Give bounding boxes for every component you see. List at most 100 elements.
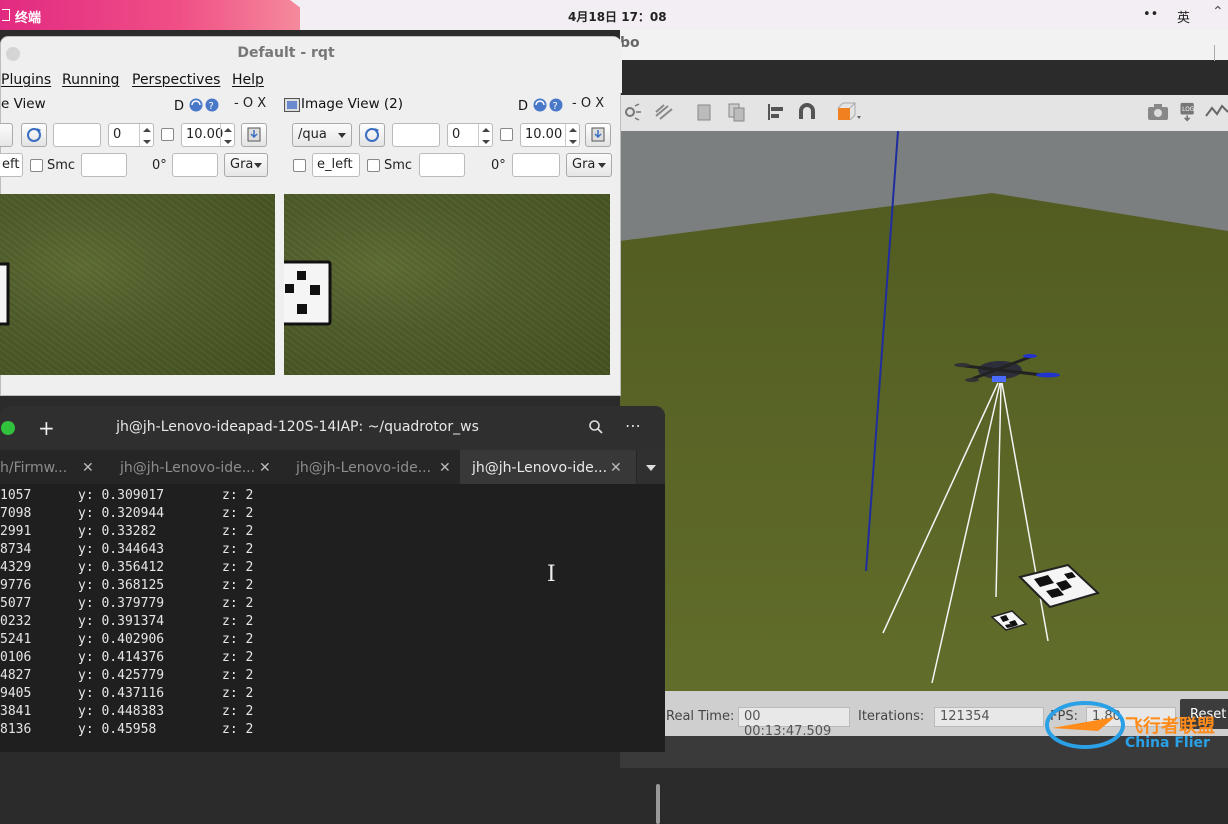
text-cursor-icon: I [547,562,556,587]
refresh-icon [27,128,41,142]
tab-label: jh@jh-Lenovo-ide... [296,460,432,476]
svg-text:LOG: LOG [1182,107,1195,113]
terminal-output[interactable]: 1057 y: 0.309017 z: 2 7098 y: 0.320944 z: 2 29… [0,484,665,824]
terminal-line-x: 5241 [0,632,32,647]
terminal-line-z: z: 2 [222,578,254,593]
search-icon[interactable] [588,419,604,435]
terminal-line-z: z: 2 [222,686,254,701]
terminal-line-y: y: 0.448383 [78,704,165,719]
terminal-line-z: z: 2 [222,632,254,647]
terminal-line-y: y: 0.33282 [78,524,157,539]
close-tab-icon[interactable]: ✕ [82,460,94,476]
gazebo-3d-view[interactable] [620,131,1228,691]
terminal-tab[interactable]: jh@jh-Lenovo-ide... ✕ [103,450,279,484]
smooth-checkbox[interactable] [367,159,380,172]
terminal-scrollbar[interactable] [656,784,660,824]
rotation-value[interactable] [172,153,218,177]
log-icon[interactable]: LOG [1176,102,1200,122]
lines-light-icon[interactable] [654,102,674,122]
light-icon[interactable] [622,102,642,122]
close-tab-icon[interactable]: ✕ [610,460,622,476]
terminal-line-x: 5077 [0,596,32,611]
terminal-line-y: y: 0.309017 [78,488,165,503]
colormap-combo[interactable]: Gra [224,153,268,177]
terminal-line-y: y: 0.356412 [78,560,165,575]
topic-filter-input[interactable] [392,123,440,147]
terminal-line-x: 2991 [0,524,32,539]
terminal-header[interactable]: + jh@jh-Lenovo-ideapad-120S-14IAP: ~/qua… [0,406,665,450]
topic-combo[interactable] [0,123,13,147]
terminal-line-z: z: 2 [222,488,254,503]
smooth-label: Smc [384,158,413,173]
terminal-line-z: z: 2 [222,614,254,629]
rotation-input[interactable] [419,153,465,177]
active-app-indicator[interactable]: 终端 [0,0,300,30]
network-icon[interactable]: ⌃ [1212,4,1224,20]
rotation-value[interactable] [512,153,560,177]
min-value-spinbox[interactable]: 0 [108,123,154,147]
terminal-line-y: y: 0.437116 [78,686,165,701]
input-method-indicator[interactable]: 英 [1177,7,1190,26]
terminal-tab[interactable]: h/Firmw... ✕ [0,450,103,484]
camera-image-right[interactable] [284,194,610,375]
tab-label: jh@jh-Lenovo-ide... [472,460,608,476]
max-value-spinbox[interactable]: 10.00 [520,123,580,147]
terminal-line-y: y: 0.344643 [78,542,165,557]
terminal-tabs: h/Firmw... ✕ jh@jh-Lenovo-ide... ✕ jh@jh… [0,450,665,484]
close-tab-icon[interactable]: ✕ [259,460,271,476]
copy-icon[interactable] [694,102,714,122]
terminal-tab-active[interactable]: jh@jh-Lenovo-ide... ✕ [460,450,636,484]
refresh-topics-button[interactable] [21,123,47,147]
right-dock-window-controls[interactable]: - O X [572,96,604,111]
topic-filter-input[interactable] [53,123,101,147]
publish-topic-input[interactable]: eft [0,153,23,177]
active-app-name: 终端 [15,11,42,26]
clock[interactable]: 4月18日 17：08 [568,8,667,25]
close-tab-icon[interactable]: ✕ [439,460,451,476]
save-image-button[interactable] [241,123,267,147]
camera-image-left[interactable] [0,194,275,375]
tray-indicator[interactable]: •• [1143,7,1158,22]
snap-icon[interactable] [797,102,817,122]
topic-combo[interactable]: /qua [292,123,352,147]
refresh-icon [365,128,379,142]
menu-running[interactable]: Running [62,72,119,88]
terminal-tab[interactable]: jh@jh-Lenovo-ide... ✕ [279,450,460,484]
plot-icon[interactable] [1205,102,1228,122]
dock-help-icon[interactable]: D ? [517,97,565,113]
screenshot-icon[interactable] [1146,102,1170,122]
view-angle-icon[interactable] [836,102,864,122]
marker-in-image [0,262,10,326]
smooth-checkbox[interactable] [30,159,43,172]
rotation-input[interactable] [81,153,127,177]
dynamic-range-checkbox[interactable] [161,128,174,141]
save-image-button[interactable] [585,123,611,147]
real-time-label: Real Time: [666,709,735,724]
max-value-spinbox[interactable]: 10.00 [181,123,235,147]
left-dock-window-controls[interactable]: - O X [234,96,266,111]
terminal-line-x: 8136 [0,722,32,737]
paste-icon[interactable] [726,102,746,122]
publish-checkbox[interactable] [293,159,306,172]
min-value-spinbox[interactable]: 0 [447,123,493,147]
tabs-dropdown-icon[interactable] [637,450,665,484]
rqt-title-bar[interactable]: Default - rqt [1,37,622,71]
terminal-line-y: y: 0.414376 [78,650,165,665]
more-menu-icon[interactable]: ⋯ [625,416,641,435]
colormap-combo[interactable]: Gra [566,153,612,177]
dock-help-icon[interactable]: D ? [173,97,221,113]
terminal-line-x: 8734 [0,542,32,557]
terminal-line-x: 9776 [0,578,32,593]
terminal-line-z: z: 2 [222,668,254,683]
publish-topic-input[interactable]: e_left [312,153,360,177]
align-icon[interactable] [766,102,786,122]
dynamic-range-checkbox[interactable] [500,128,513,141]
menu-perspectives[interactable]: Perspectives [132,72,220,88]
menu-help[interactable]: Help [232,72,264,88]
menu-plugins[interactable]: Plugins [1,72,51,88]
terminal-line-y: y: 0.368125 [78,578,165,593]
terminal-line-z: z: 2 [222,560,254,575]
terminal-line-z: z: 2 [222,722,254,737]
terminal-line-x: 4827 [0,668,32,683]
refresh-topics-button[interactable] [359,123,385,147]
